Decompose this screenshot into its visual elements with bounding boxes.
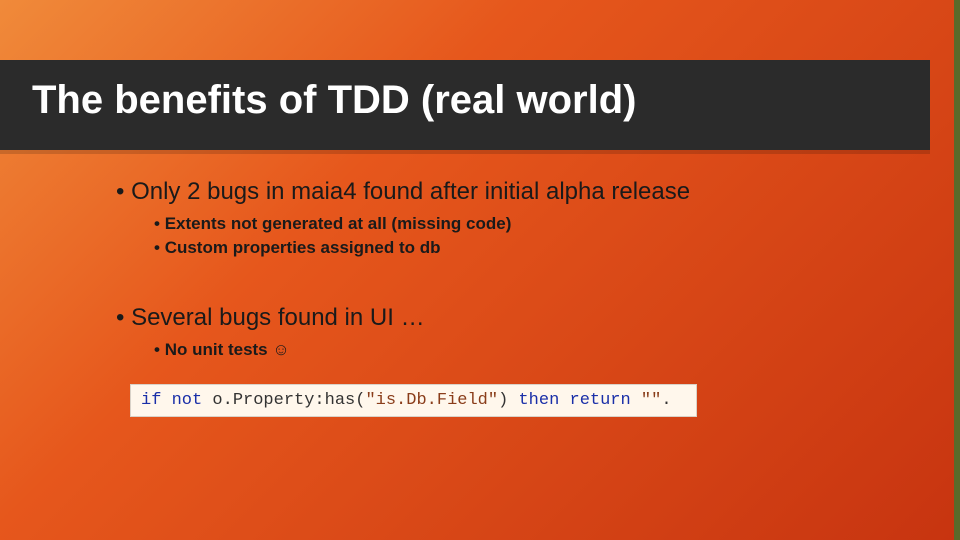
title-bar: The benefits of TDD (real world) bbox=[0, 60, 930, 150]
slide-content: Only 2 bugs in maia4 found after initial… bbox=[110, 178, 900, 417]
code-text: o.Property: bbox=[202, 391, 324, 410]
slide: The benefits of TDD (real world) Only 2 … bbox=[0, 0, 960, 540]
bullet-level2: Custom properties assigned to db bbox=[150, 238, 900, 258]
code-method: has bbox=[325, 391, 356, 410]
spacer bbox=[110, 262, 900, 304]
code-keyword: then bbox=[518, 391, 559, 410]
bullet-level2: No unit tests ☺ bbox=[150, 340, 900, 360]
code-paren: ( bbox=[355, 391, 365, 410]
code-keyword: if bbox=[141, 391, 161, 410]
code-keyword: return bbox=[570, 391, 631, 410]
slide-accent-border bbox=[954, 0, 960, 540]
bullet-level1: Only 2 bugs in maia4 found after initial… bbox=[110, 178, 900, 206]
slide-title: The benefits of TDD (real world) bbox=[0, 60, 930, 123]
bullet-level1: Several bugs found in UI … bbox=[110, 304, 900, 332]
bullet-level2: Extents not generated at all (missing co… bbox=[150, 214, 900, 234]
code-string: "" bbox=[641, 391, 661, 410]
code-keyword: not bbox=[172, 391, 203, 410]
code-string: "is.Db.Field" bbox=[365, 391, 498, 410]
code-snippet: if not o.Property:has("is.Db.Field") the… bbox=[130, 384, 697, 417]
code-paren: ) bbox=[498, 391, 518, 410]
code-dot: . bbox=[661, 391, 671, 410]
